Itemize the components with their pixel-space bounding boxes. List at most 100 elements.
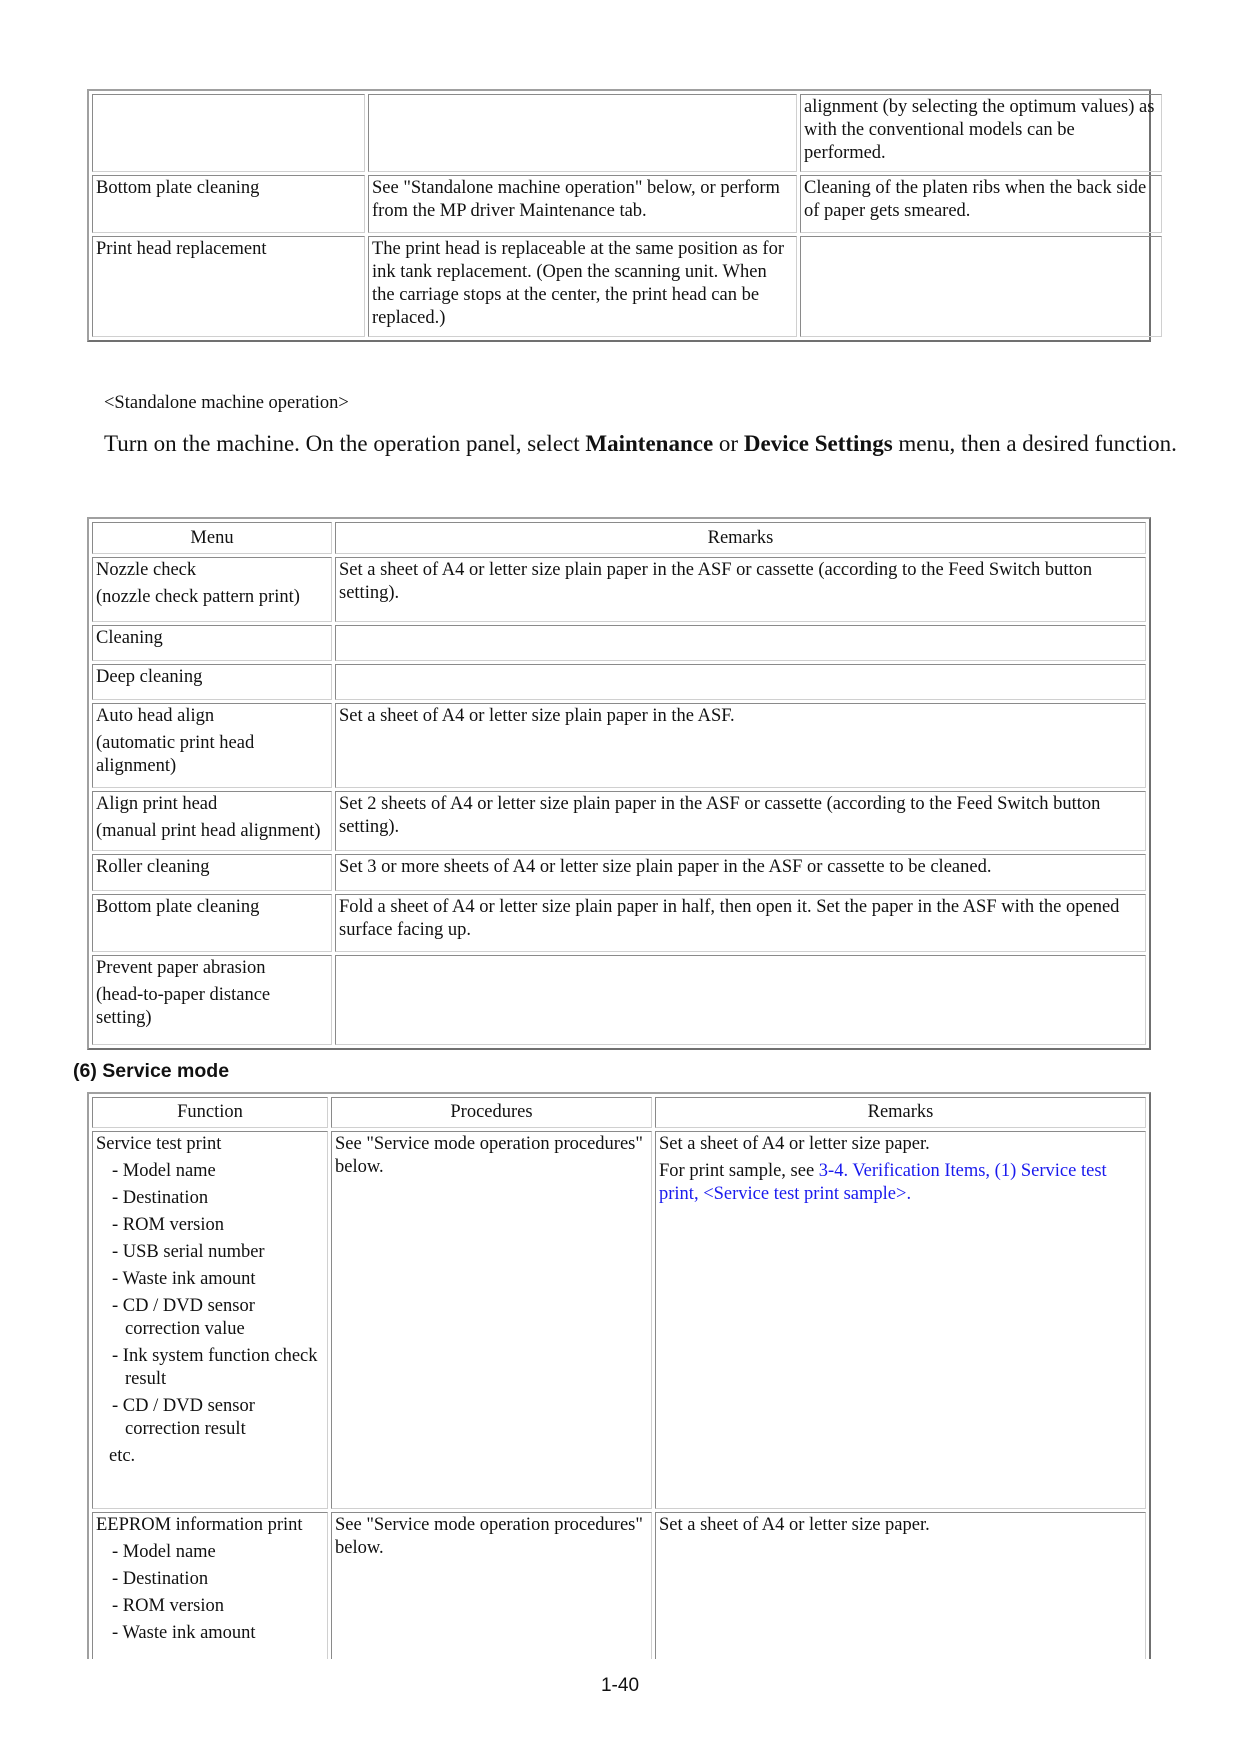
function-item: - Destination: [112, 1188, 209, 1208]
table-cell: Print head replacement: [92, 236, 365, 337]
remarks-link-prefix: For print sample, see: [659, 1161, 819, 1181]
cell-text: Cleaning of the platen ribs when the bac…: [804, 178, 1147, 221]
intro-text: menu, then a desired function.: [892, 431, 1177, 456]
cell-text: See "Service mode operation procedures" …: [335, 1515, 643, 1558]
function-item: - Model name: [112, 1161, 216, 1181]
menu-name: Device Settings: [743, 431, 893, 456]
column-header: Remarks: [335, 522, 1146, 554]
remarks-cell: Set 2 sheets of A4 or letter size plain …: [335, 791, 1146, 851]
cell-text: Prevent paper abrasion: [96, 958, 266, 978]
function-item: - Ink system function check result: [112, 1346, 318, 1389]
cell-text: Print head replacement: [96, 239, 267, 259]
intro-text: Turn on the machine. On the operation pa…: [104, 431, 586, 456]
remarks-cell: Set a sheet of A4 or letter size plain p…: [335, 703, 1146, 788]
cell-text: Fold a sheet of A4 or letter size plain …: [339, 897, 1120, 940]
table-row: Nozzle check (nozzle check pattern print)…: [92, 557, 1146, 622]
function-cell: EEPROM information print - Model name - De…: [92, 1512, 328, 1659]
cell-text: Cleaning: [96, 628, 163, 648]
cell-text: Set a sheet of A4 or letter size paper.: [659, 1134, 930, 1154]
table-cell: Bottom plate cleaning: [92, 175, 365, 233]
table-row: alignment (by selecting the optimum valu…: [92, 94, 1162, 172]
table-row: Bottom plate cleaning Fold a sheet of A4 …: [92, 894, 1146, 952]
table-row: Cleaning: [92, 625, 1146, 661]
cell-text: Align print head: [96, 794, 218, 814]
table-cell: The print head is replaceable at the sam…: [368, 236, 797, 337]
column-header: Menu: [92, 522, 332, 554]
cell-text: Roller cleaning: [96, 857, 210, 877]
table-header-row: Function Procedures Remarks: [92, 1097, 1146, 1128]
cell-text: The print head is replaceable at the sam…: [372, 239, 784, 328]
function-item: - USB serial number: [112, 1242, 265, 1262]
table-row: Roller cleaning Set 3 or more sheets of A…: [92, 854, 1146, 891]
menu-item-cell: Bottom plate cleaning: [92, 894, 332, 952]
service-mode-table: Function Procedures Remarks Service test pr…: [87, 1092, 1151, 1659]
procedures-cell: See "Service mode operation procedures" …: [331, 1512, 652, 1659]
menu-item-cell: Roller cleaning: [92, 854, 332, 891]
remarks-cell: Set a sheet of A4 or letter size paper.: [655, 1512, 1146, 1659]
menu-item-cell: Nozzle check (nozzle check pattern print): [92, 557, 332, 622]
table-row: Prevent paper abrasion (head-to-paper dis…: [92, 955, 1146, 1045]
cell-text: (head-to-paper distance setting): [96, 985, 271, 1028]
cell-text: Set 2 sheets of A4 or letter size plain …: [339, 794, 1101, 837]
cell-text: See "Service mode operation procedures" …: [335, 1134, 643, 1177]
table-cell: [800, 236, 1162, 337]
cell-text: Set a sheet of A4 or letter size plain p…: [339, 560, 1093, 603]
standalone-intro-paragraph: Turn on the machine. On the operation pa…: [104, 430, 1184, 458]
table-cell: alignment (by selecting the optimum valu…: [800, 94, 1162, 172]
cell-text: Set 3 or more sheets of A4 or letter siz…: [339, 857, 992, 877]
cell-text: alignment (by selecting the optimum valu…: [804, 97, 1155, 163]
cell-text: (nozzle check pattern print): [96, 587, 300, 607]
function-item: - Waste ink amount: [112, 1623, 256, 1643]
remarks-cell: [335, 625, 1146, 661]
function-item: - CD / DVD sensor correction result: [112, 1396, 255, 1439]
table-cell: See "Standalone machine operation" below…: [368, 175, 797, 233]
remarks-cell: [335, 955, 1146, 1045]
intro-text: or: [713, 431, 744, 456]
remarks-cell: Set a sheet of A4 or letter size paper. F…: [655, 1131, 1146, 1509]
procedures-cell: See "Service mode operation procedures" …: [331, 1131, 652, 1509]
cell-text: Nozzle check: [96, 560, 197, 580]
table-row: Service test print - Model name - Destinat…: [92, 1131, 1146, 1509]
function-item: EEPROM information print: [96, 1515, 303, 1535]
cell-text: Set a sheet of A4 or letter size plain p…: [339, 706, 735, 726]
table-cell: [368, 94, 797, 172]
table-row: Align print head (manual print head align…: [92, 791, 1146, 851]
menu-item-cell: Deep cleaning: [92, 664, 332, 700]
column-header: Function: [92, 1097, 328, 1128]
function-cell: Service test print - Model name - Destinat…: [92, 1131, 328, 1509]
remarks-cell: Set a sheet of A4 or letter size plain p…: [335, 557, 1146, 622]
table-row: Deep cleaning: [92, 664, 1146, 700]
maintenance-table-continued: alignment (by selecting the optimum valu…: [87, 89, 1162, 342]
column-header: Remarks: [655, 1097, 1146, 1128]
table-row: Print head replacement The print head is …: [92, 236, 1162, 337]
cell-text: (manual print head alignment): [96, 821, 321, 841]
function-item: - Model name: [112, 1542, 216, 1562]
remarks-cell: [335, 664, 1146, 700]
remarks-cell: Fold a sheet of A4 or letter size plain …: [335, 894, 1146, 952]
function-item: - Destination: [112, 1569, 209, 1589]
menu-item-cell: Align print head (manual print head align…: [92, 791, 332, 851]
cell-text: Auto head align: [96, 706, 215, 726]
cell-text: Deep cleaning: [96, 667, 203, 687]
standalone-menu-table: Menu Remarks Nozzle check (nozzle check pat…: [87, 517, 1151, 1050]
function-item: - ROM version: [112, 1596, 225, 1616]
menu-item-cell: Prevent paper abrasion (head-to-paper dis…: [92, 955, 332, 1045]
service-mode-heading: (6) Service mode: [73, 1060, 230, 1082]
table-row: Bottom plate cleaning See "Standalone mac…: [92, 175, 1162, 233]
cell-text: Bottom plate cleaning: [96, 178, 260, 198]
cell-text: Set a sheet of A4 or letter size paper.: [659, 1515, 930, 1535]
function-item: - Waste ink amount: [112, 1269, 256, 1289]
column-header: Procedures: [331, 1097, 652, 1128]
cell-text: See "Standalone machine operation" below…: [372, 178, 780, 221]
function-item: - ROM version: [112, 1215, 225, 1235]
menu-item-cell: Cleaning: [92, 625, 332, 661]
page-number: 1-40: [600, 1675, 640, 1696]
menu-item-cell: Auto head align (automatic print head al…: [92, 703, 332, 788]
remarks-cell: Set 3 or more sheets of A4 or letter siz…: [335, 854, 1146, 891]
table-row: Auto head align (automatic print head al…: [92, 703, 1146, 788]
table-row: EEPROM information print - Model name - De…: [92, 1512, 1146, 1659]
cell-text: Bottom plate cleaning: [96, 897, 260, 917]
remarks-text: For print sample, see 3-4. Verification …: [659, 1160, 1142, 1206]
table-cell: Cleaning of the platen ribs when the bac…: [800, 175, 1162, 233]
table-header-row: Menu Remarks: [92, 522, 1146, 554]
